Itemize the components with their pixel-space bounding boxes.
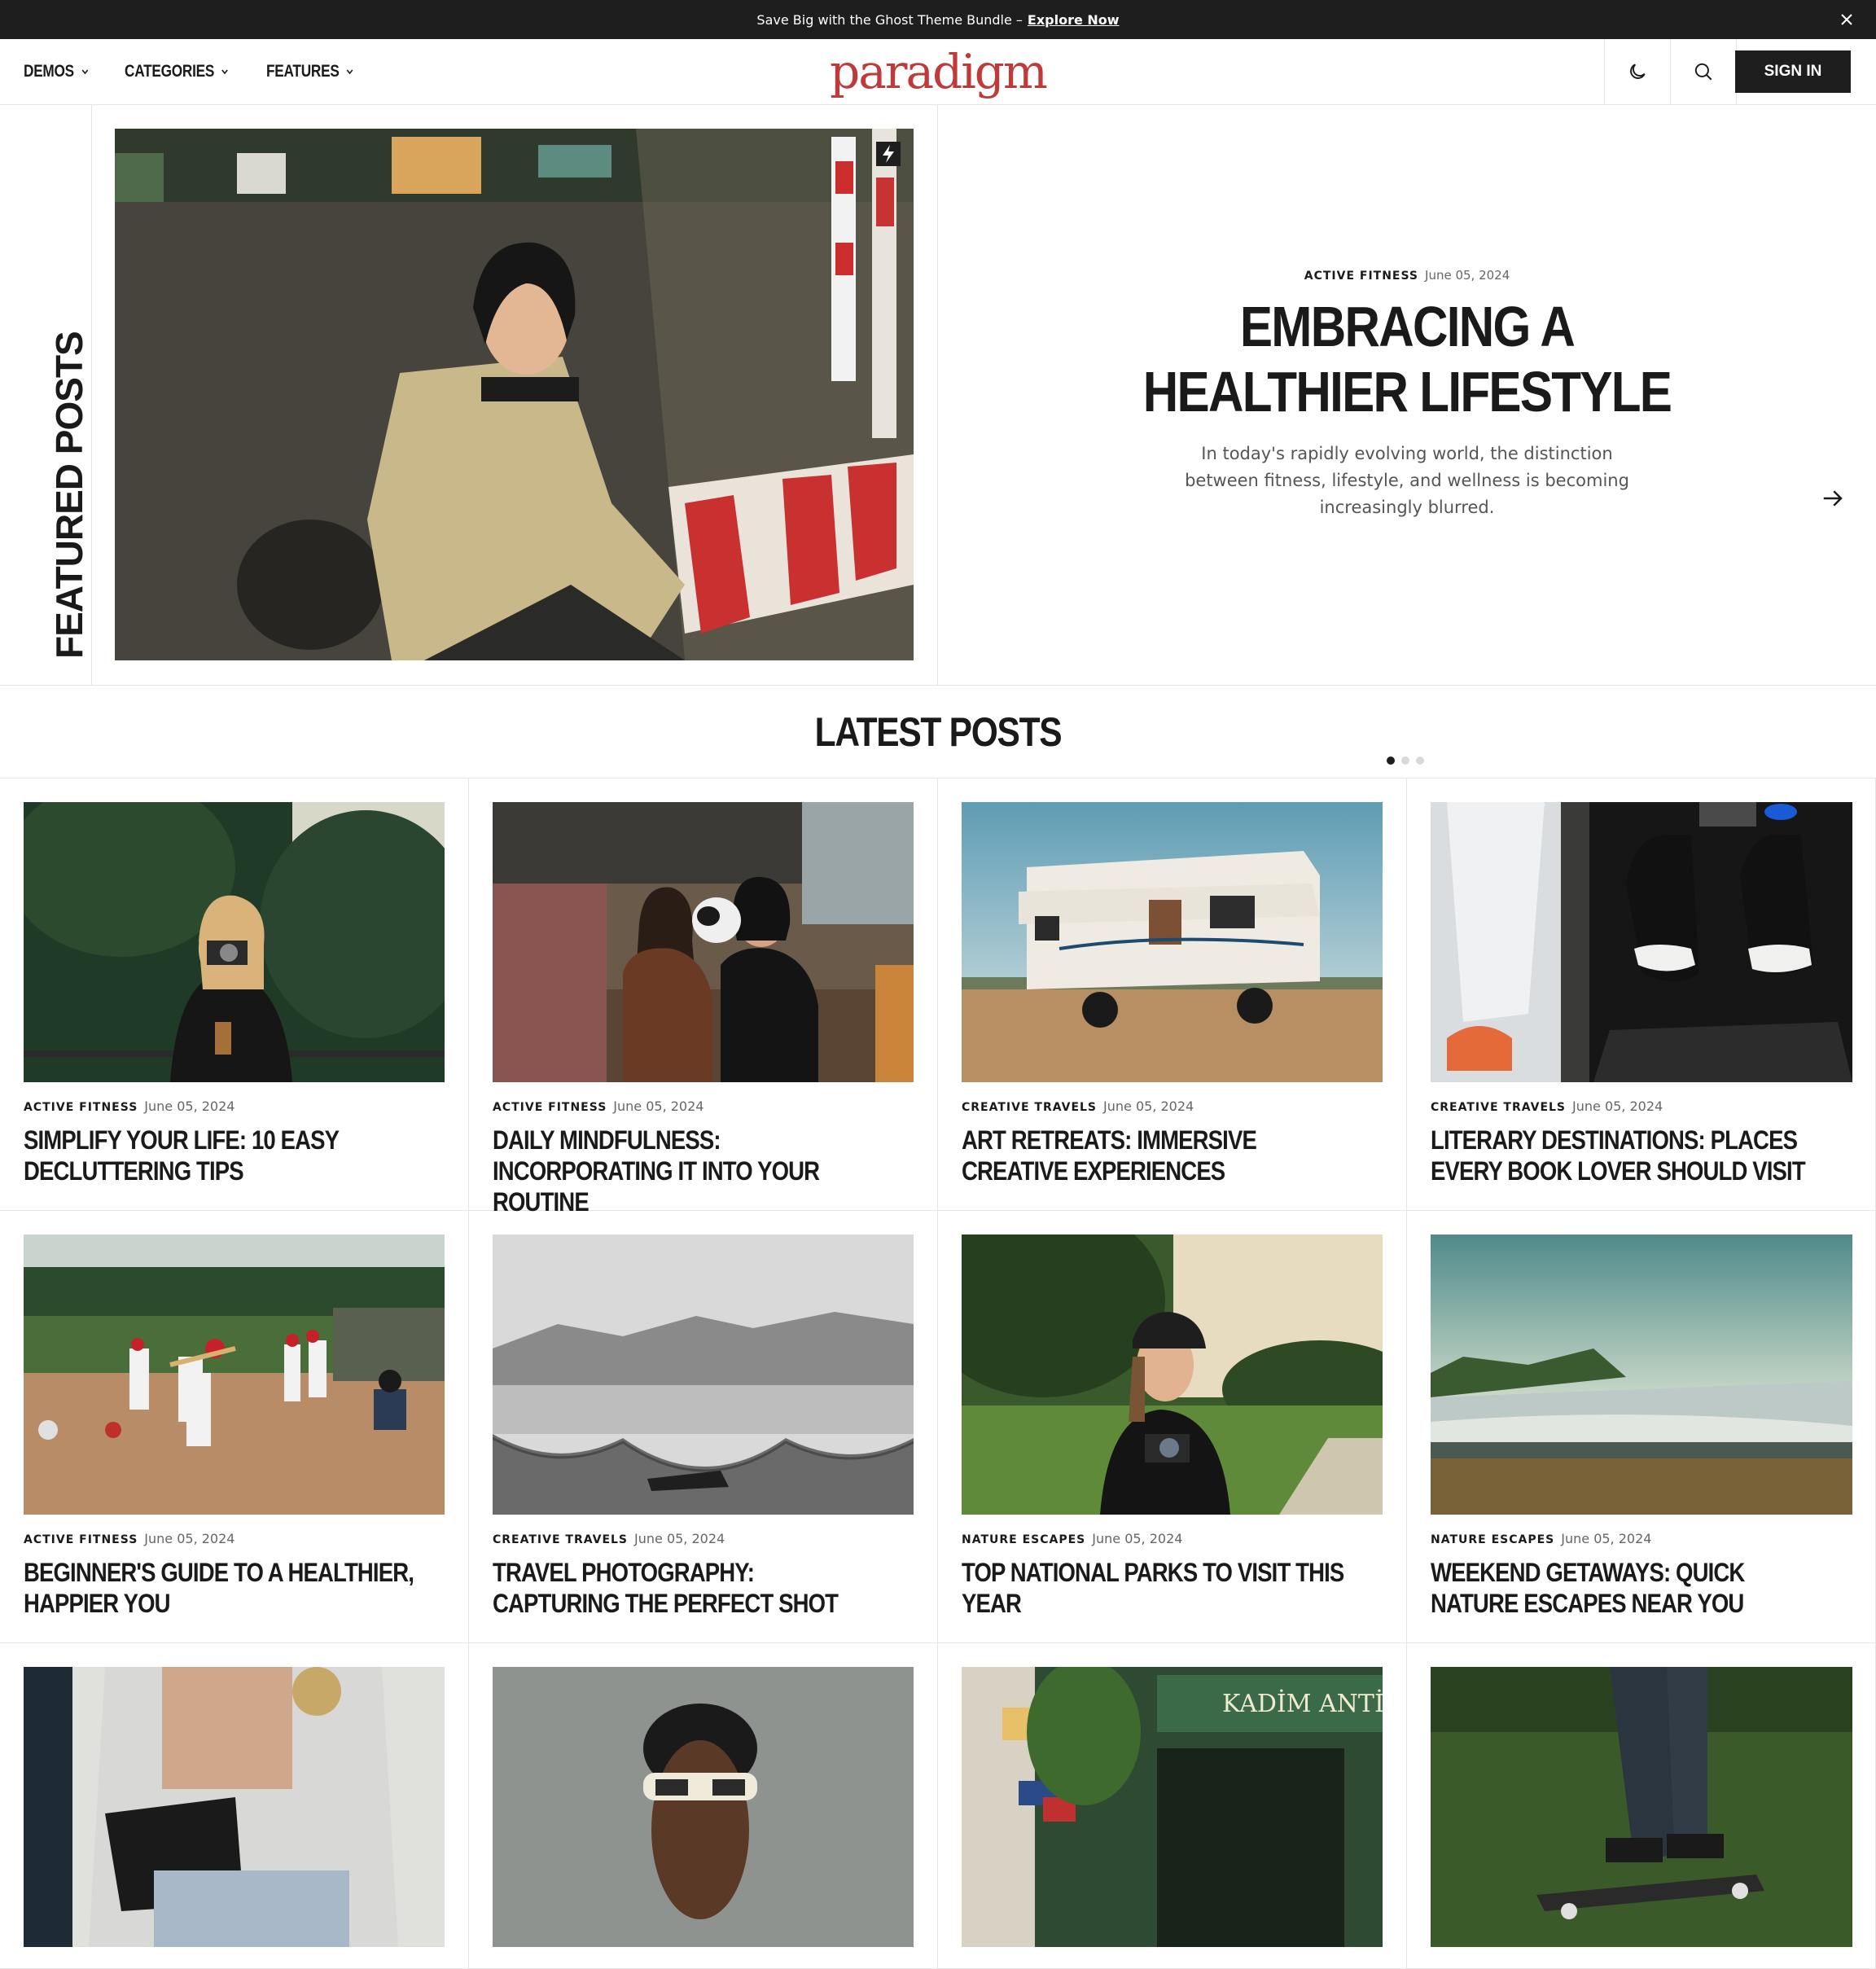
post-card[interactable]: [0, 1643, 469, 1969]
post-image[interactable]: [1431, 1667, 1852, 1947]
post-category[interactable]: NATURE ESCAPES: [1431, 1533, 1554, 1546]
post-title[interactable]: SIMPLIFY YOUR LIFE: 10 EASY DECLUTTERING…: [24, 1125, 416, 1186]
chevron-down-icon: [346, 69, 353, 75]
featured-title[interactable]: EMBRACING A HEALTHIER LIFESTYLE: [1142, 294, 1672, 424]
post-date: June 05, 2024: [1572, 1099, 1663, 1114]
nav-features[interactable]: FEATURES: [266, 62, 355, 81]
post-image[interactable]: [1431, 802, 1852, 1082]
post-meta: CREATIVE TRAVELS June 05, 2024: [1431, 1099, 1663, 1114]
post-image[interactable]: [962, 802, 1383, 1082]
post-card[interactable]: ACTIVE FITNESS June 05, 2024 DAILY MINDFU…: [469, 778, 938, 1217]
nav-categories-label: CATEGORIES: [124, 62, 214, 81]
chevron-down-icon: [221, 69, 228, 75]
post-meta: ACTIVE FITNESS June 05, 2024: [24, 1099, 234, 1114]
featured-divider: [937, 105, 938, 685]
featured-section: FEATURED POSTS ACTIVE FITNESS June 05, 2…: [0, 105, 1876, 765]
post-image[interactable]: [24, 1667, 445, 1947]
post-title[interactable]: TRAVEL PHOTOGRAPHY: CAPTURING THE PERFEC…: [493, 1557, 885, 1619]
post-meta: CREATIVE TRAVELS June 05, 2024: [493, 1531, 725, 1546]
main-nav: DEMOS CATEGORIES FEATURES: [24, 39, 375, 104]
nav-demos[interactable]: DEMOS: [24, 62, 90, 81]
post-image[interactable]: [962, 1234, 1383, 1515]
shop-sign: KADİM ANTİKA: [1222, 1689, 1383, 1718]
post-image[interactable]: [24, 1234, 445, 1515]
post-meta: ACTIVE FITNESS June 05, 2024: [24, 1531, 234, 1546]
post-card[interactable]: NATURE ESCAPES June 05, 2024 TOP NATIONAL…: [938, 1211, 1407, 1643]
post-meta: ACTIVE FITNESS June 05, 2024: [493, 1099, 704, 1114]
featured-category[interactable]: ACTIVE FITNESS: [1304, 270, 1418, 283]
featured-posts-label: FEATURED POSTS: [48, 331, 90, 659]
nav-categories[interactable]: CATEGORIES: [125, 62, 230, 81]
post-card[interactable]: ACTIVE FITNESS June 05, 2024 SIMPLIFY YOU…: [0, 778, 469, 1211]
post-title[interactable]: WEEKEND GETAWAYS: QUICK NATURE ESCAPES N…: [1431, 1557, 1823, 1619]
announcement-bar: Save Big with the Ghost Theme Bundle – E…: [0, 0, 1876, 39]
post-category[interactable]: NATURE ESCAPES: [962, 1533, 1085, 1546]
post-card[interactable]: ACTIVE FITNESS June 05, 2024 BEGINNER'S G…: [0, 1211, 469, 1643]
post-meta: NATURE ESCAPES June 05, 2024: [962, 1531, 1182, 1546]
post-title[interactable]: LITERARY DESTINATIONS: PLACES EVERY BOOK…: [1431, 1125, 1823, 1186]
featured-image[interactable]: [115, 129, 914, 660]
post-category[interactable]: CREATIVE TRAVELS: [1431, 1101, 1566, 1114]
post-card[interactable]: NATURE ESCAPES June 05, 2024 WEEKEND GETA…: [1407, 1211, 1876, 1643]
post-image[interactable]: KADİM ANTİKA: [962, 1667, 1383, 1947]
search-button[interactable]: [1670, 39, 1736, 104]
arrow-right-icon[interactable]: [1821, 486, 1845, 511]
post-image[interactable]: [493, 1667, 914, 1947]
post-date: June 05, 2024: [1103, 1099, 1194, 1114]
post-category[interactable]: ACTIVE FITNESS: [24, 1533, 138, 1546]
post-title[interactable]: DAILY MINDFULNESS: INCORPORATING IT INTO…: [493, 1125, 885, 1217]
close-icon[interactable]: [1837, 10, 1856, 29]
post-card[interactable]: CREATIVE TRAVELS June 05, 2024 ART RETREA…: [938, 778, 1407, 1211]
announcement-text: Save Big with the Ghost Theme Bundle –: [756, 11, 1023, 28]
featured-date: June 05, 2024: [1425, 268, 1510, 283]
search-icon: [1694, 63, 1712, 81]
post-date: June 05, 2024: [144, 1531, 235, 1546]
latest-posts-heading: LATEST POSTS: [814, 709, 1063, 755]
post-date: June 05, 2024: [613, 1099, 704, 1114]
chevron-down-icon: [81, 69, 88, 75]
post-category[interactable]: CREATIVE TRAVELS: [962, 1101, 1097, 1114]
latest-posts-header: LATEST POSTS: [0, 686, 1876, 778]
featured-excerpt: In today's rapidly evolving world, the d…: [1185, 444, 1629, 517]
featured-side-label: FEATURED POSTS: [0, 105, 92, 685]
post-date: June 05, 2024: [144, 1099, 235, 1114]
sign-in-button[interactable]: SIGN IN: [1735, 50, 1851, 93]
post-title[interactable]: ART RETREATS: IMMERSIVE CREATIVE EXPERIE…: [962, 1125, 1354, 1186]
post-title[interactable]: BEGINNER'S GUIDE TO A HEALTHIER, HAPPIER…: [24, 1557, 416, 1619]
site-logo[interactable]: paradigm: [830, 44, 1048, 99]
post-category[interactable]: ACTIVE FITNESS: [24, 1101, 138, 1114]
nav-demos-label: DEMOS: [24, 62, 74, 81]
lightning-icon: [876, 142, 901, 166]
theme-toggle-button[interactable]: [1604, 39, 1670, 104]
site-header: DEMOS CATEGORIES FEATURES paradigm SIGN …: [0, 39, 1876, 105]
post-card[interactable]: KADİM ANTİKA: [938, 1643, 1407, 1969]
post-image[interactable]: [24, 802, 445, 1082]
post-title[interactable]: TOP NATIONAL PARKS TO VISIT THIS YEAR: [962, 1557, 1354, 1619]
nav-features-label: FEATURES: [265, 62, 340, 81]
post-meta: CREATIVE TRAVELS June 05, 2024: [962, 1099, 1194, 1114]
post-meta: NATURE ESCAPES June 05, 2024: [1431, 1531, 1651, 1546]
post-card[interactable]: CREATIVE TRAVELS June 05, 2024 TRAVEL PHO…: [469, 1211, 938, 1643]
post-date: June 05, 2024: [1561, 1531, 1652, 1546]
post-card[interactable]: [469, 1643, 938, 1969]
post-image[interactable]: [493, 1234, 914, 1515]
post-card[interactable]: CREATIVE TRAVELS June 05, 2024 LITERARY D…: [1407, 778, 1876, 1211]
explore-now-link[interactable]: Explore Now: [1028, 12, 1120, 28]
post-card[interactable]: [1407, 1643, 1876, 1969]
post-image[interactable]: [493, 802, 914, 1082]
featured-meta: ACTIVE FITNESS June 05, 2024: [1099, 268, 1715, 283]
featured-content: ACTIVE FITNESS June 05, 2024 EMBRACING A …: [1099, 105, 1715, 685]
post-category[interactable]: CREATIVE TRAVELS: [493, 1533, 628, 1546]
post-category[interactable]: ACTIVE FITNESS: [493, 1101, 607, 1114]
post-date: June 05, 2024: [1092, 1531, 1183, 1546]
moon-icon: [1630, 64, 1646, 79]
post-image[interactable]: [1431, 1234, 1852, 1515]
post-date: June 05, 2024: [634, 1531, 725, 1546]
